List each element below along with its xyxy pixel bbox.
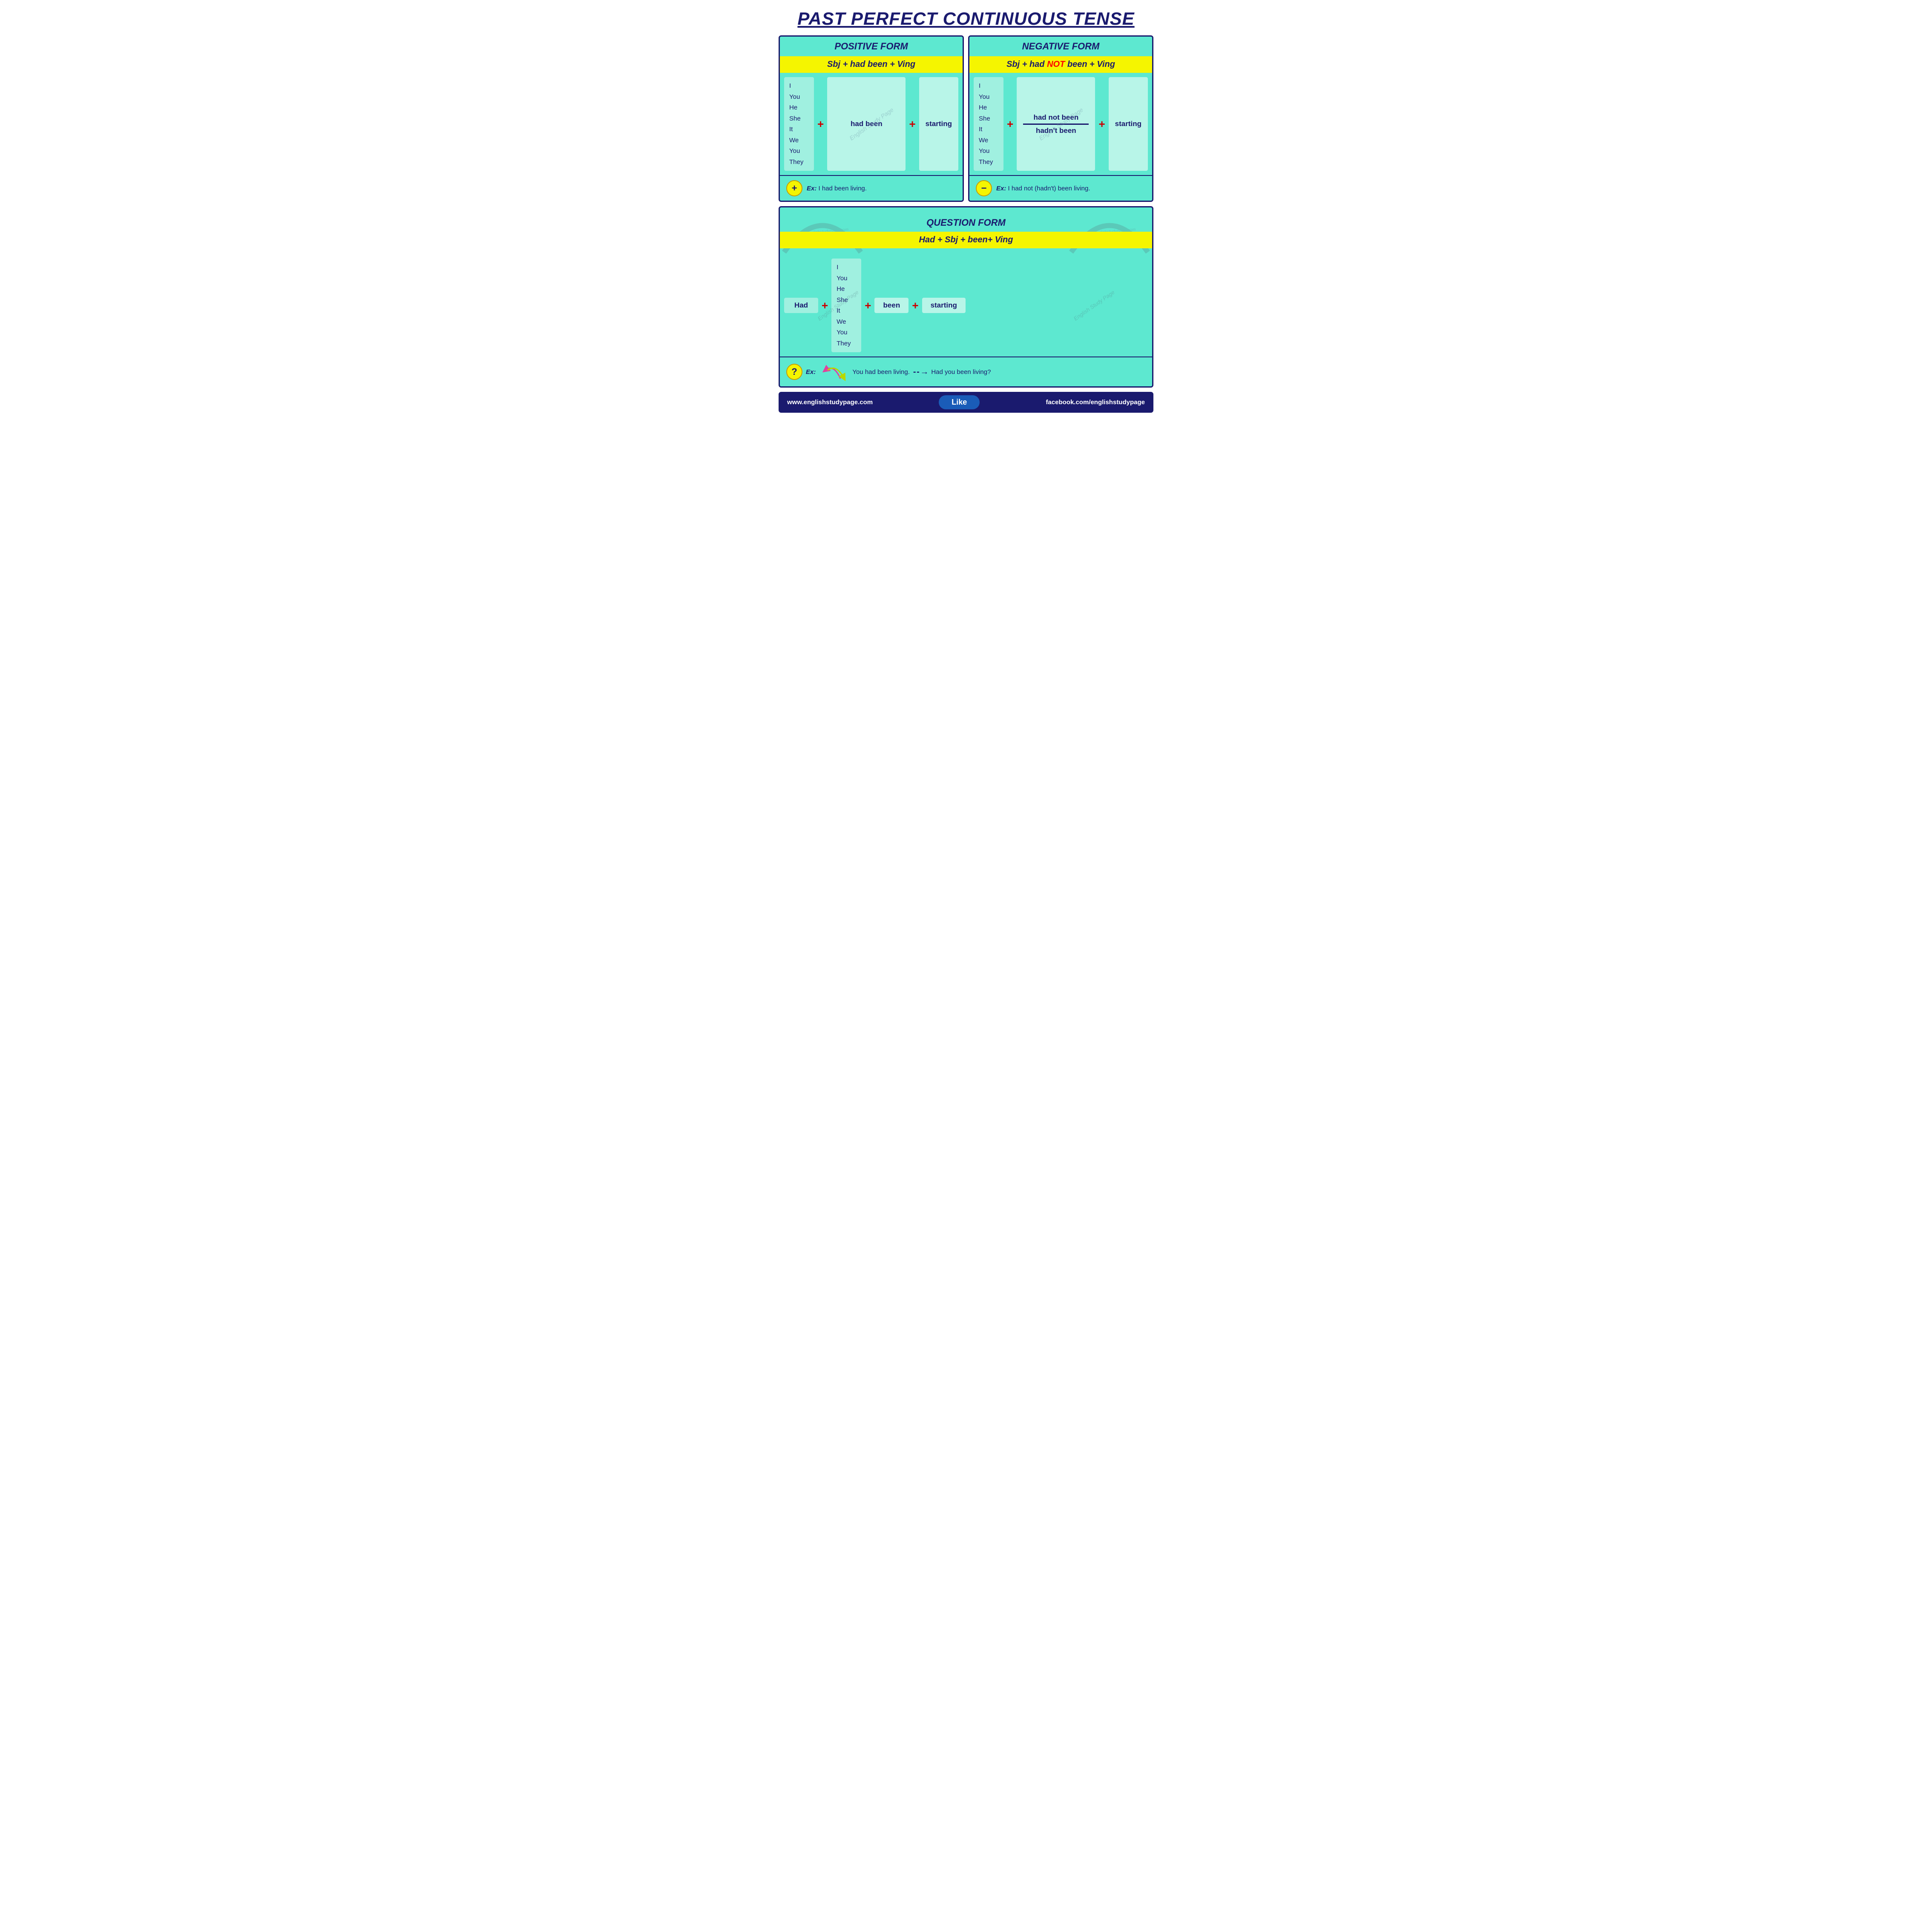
negative-plus1: + [1003,77,1017,171]
negative-header: NEGATIVE FORM [969,37,1152,56]
question-plus1: + [818,299,831,312]
negative-badge: − [976,180,992,196]
negative-example-text: Ex: I had not (hadn't) been living. [996,185,1090,192]
positive-subjects: I You He She It We You They [784,77,814,171]
footer-like[interactable]: Like [939,395,980,409]
negative-example-bar: − Ex: I had not (hadn't) been living. [969,175,1152,201]
question-example-label: Ex: [806,368,816,376]
positive-starting: starting [919,77,958,171]
positive-formula: Sbj + had been + Ving [780,56,963,73]
main-title: PAST PERFECT CONTINUOUS TENSE [779,4,1153,35]
negative-form-box: NEGATIVE FORM Sbj + had NOT been + Ving … [968,35,1153,202]
question-plus2: + [861,299,874,312]
question-plus3: + [908,299,922,312]
question-badge: ? [786,364,802,380]
question-example-bar: ? Ex: You had been living. - - → Had you… [780,356,1152,386]
positive-example-text: Ex: I had been living. [807,185,867,192]
negative-plus2: + [1095,77,1108,171]
question-had: Had [784,298,818,313]
positive-form-box: POSITIVE FORM Sbj + had been + Ving I Yo… [779,35,964,202]
positive-plus1: + [814,77,827,171]
question-been: been [874,298,908,313]
footer-facebook: facebook.com/englishstudypage [1046,399,1145,406]
question-watermark-right: English Study Page [1072,289,1116,322]
footer-website: www.englishstudypage.com [787,399,873,406]
negative-verb-top: had not been [1033,113,1078,122]
footer: www.englishstudypage.com Like facebook.c… [779,392,1153,413]
negative-starting: starting [1109,77,1148,171]
negative-subjects: I You He She It We You They [974,77,1003,171]
positive-body: I You He She It We You They + had been +… [780,73,963,175]
question-starting: starting [922,298,966,313]
question-example-result: Had you been living? [931,368,991,376]
positive-badge: + [786,180,802,196]
negative-formula: Sbj + had NOT been + Ving [969,56,1152,73]
positive-verb: had been [827,77,906,171]
question-example-transform: You had been living. [852,368,910,376]
positive-plus2: + [906,77,919,171]
negative-body: I You He She It We You They + had not be… [969,73,1152,175]
negative-verb-bottom: hadn't been [1036,126,1076,135]
question-arrow-svg [819,362,849,382]
question-formula: Had + Sbj + been+ Ving [780,232,1152,248]
question-body: English Study Page English Study Page Ha… [780,254,1152,356]
positive-example-bar: + Ex: I had been living. [780,175,963,201]
question-dashed-arrow: - - → [913,367,928,377]
question-form-box: www.englishstudypage.com www.englishstud… [779,206,1153,388]
question-subjects: I You He She It We You They [831,259,861,352]
negative-verb: had not been hadn't been [1017,77,1095,171]
question-header: QUESTION FORM [923,214,1009,232]
positive-header: POSITIVE FORM [780,37,963,56]
